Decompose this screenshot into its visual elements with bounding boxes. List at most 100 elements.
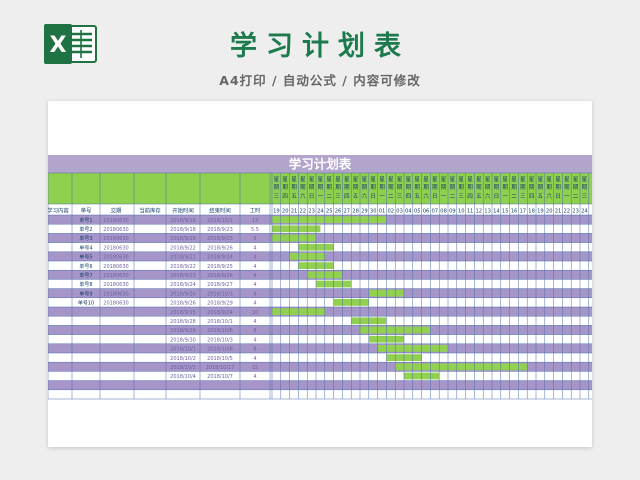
cell-order: 单号6 <box>79 263 92 270</box>
weekday-label: 四 <box>282 193 288 200</box>
cell-start: 2018/9/15 <box>170 310 196 316</box>
cell-end: 2018/9/27 <box>207 282 233 288</box>
day-number: 20 <box>546 208 553 214</box>
cell-hours: 4 <box>253 282 256 288</box>
weekday-label: 二 <box>511 194 517 200</box>
day-number: 06 <box>423 208 430 214</box>
day-number: 19 <box>537 208 544 214</box>
cell-start: 2018/9/18 <box>170 218 196 224</box>
weekday-label: 六 <box>423 192 429 200</box>
cell-hours: 5.5 <box>251 227 259 233</box>
cell-end: 2018/10/17 <box>206 365 235 371</box>
day-number: 15 <box>502 208 509 214</box>
gantt-bar <box>272 216 387 223</box>
day-number: 04 <box>405 208 412 214</box>
weekday-label: 六 <box>300 192 306 200</box>
weekday-label-mid: 期 <box>274 184 280 191</box>
weekday-label-top: 星 <box>274 176 280 183</box>
weekday-label: 四 <box>467 193 473 200</box>
weekday-label: 二 <box>450 194 456 200</box>
weekday-label-top: 星 <box>344 176 350 183</box>
cell-due: 20180630 <box>103 227 128 233</box>
cell-start: 2018/9/19 <box>170 236 196 242</box>
weekday-label-mid: 期 <box>291 184 297 191</box>
weekday-label-mid: 期 <box>502 184 508 191</box>
cell-end: 2018/9/24 <box>207 310 233 316</box>
weekday-label-top: 星 <box>485 176 491 183</box>
cell-start: 2018/9/23 <box>170 273 196 279</box>
weekday-label: 四 <box>529 193 535 200</box>
weekday-label-top: 星 <box>511 176 517 183</box>
weekday-label-mid: 期 <box>300 184 306 191</box>
weekday-label: 一 <box>441 194 447 200</box>
weekday-label-mid: 期 <box>344 184 350 191</box>
weekday-label-mid: 期 <box>546 184 552 191</box>
page-subtitle: A4打印 / 自动公式 / 内容可修改 <box>219 73 421 88</box>
weekday-label-top: 星 <box>467 176 473 183</box>
weekday-label-top: 星 <box>502 176 508 183</box>
cell-hours: 8 <box>253 328 256 334</box>
weekday-label: 日 <box>494 193 500 200</box>
weekday-label-top: 星 <box>291 176 297 183</box>
cell-hours: 4 <box>253 245 256 251</box>
weekday-label: 五 <box>353 193 359 200</box>
weekday-label-mid: 期 <box>406 184 412 191</box>
weekday-label: 二 <box>388 194 394 200</box>
cell-order: 单号4 <box>79 244 92 251</box>
weekday-label: 三 <box>335 193 341 200</box>
column-header: 学习内容 <box>48 206 69 214</box>
weekday-label-mid: 期 <box>282 184 288 191</box>
cell-due: 20180630 <box>103 282 128 288</box>
cell-hours: 15 <box>252 365 258 371</box>
cell-hours: 4 <box>253 356 256 362</box>
weekday-label-mid: 期 <box>318 184 324 191</box>
cell-hours: 10 <box>252 310 258 316</box>
weekday-label: 三 <box>274 193 280 200</box>
weekday-label: 四 <box>406 193 412 200</box>
cell-order: 单号2 <box>79 226 92 233</box>
cell-hours: 4 <box>253 273 256 279</box>
sheet-title: 学习计划表 <box>289 157 352 172</box>
cell-end: 2018/9/26 <box>207 273 233 279</box>
cell-due: 20180630 <box>103 236 128 242</box>
weekday-label-top: 星 <box>432 176 438 183</box>
day-number: 21 <box>291 208 298 214</box>
weekday-label-mid: 期 <box>362 184 368 191</box>
table-row <box>48 233 592 243</box>
weekday-label-top: 星 <box>555 176 561 183</box>
cell-end: 2018/9/26 <box>207 245 233 251</box>
cell-hours: 13 <box>252 218 258 224</box>
weekday-label-mid: 期 <box>555 184 561 191</box>
cell-end: 2018/10/8 <box>207 347 233 353</box>
day-number: 07 <box>431 208 438 214</box>
weekday-label: 日 <box>555 193 561 200</box>
weekday-label: 五 <box>414 193 420 200</box>
weekday-label: 一 <box>502 194 508 200</box>
weekday-label: 三 <box>397 193 403 200</box>
weekday-label: 六 <box>485 192 491 200</box>
weekday-label: 六 <box>546 192 552 200</box>
cell-due: 20180630 <box>103 291 128 297</box>
weekday-label: 三 <box>458 193 464 200</box>
day-number: 14 <box>493 208 500 214</box>
table-row <box>48 334 592 344</box>
weekday-label-mid: 期 <box>379 184 385 191</box>
weekday-label-mid: 期 <box>370 184 376 191</box>
weekday-label: 三 <box>520 193 526 200</box>
cell-due: 20180630 <box>103 255 128 261</box>
cell-end: 2018/10/3 <box>207 337 233 343</box>
cell-end: 2018/10/5 <box>207 356 233 362</box>
weekday-label-top: 星 <box>573 176 579 183</box>
day-number: 24 <box>317 208 324 214</box>
weekday-label-mid: 期 <box>573 184 579 191</box>
day-number: 30 <box>370 208 377 214</box>
weekday-label-top: 星 <box>441 176 447 183</box>
cell-order: 单号7 <box>79 272 92 279</box>
day-number: 27 <box>343 208 350 214</box>
cell-start: 2018/9/24 <box>170 282 196 288</box>
cell-start: 2018/9/29 <box>170 328 196 334</box>
cell-start: 2018/10/2 <box>170 356 196 362</box>
weekday-label: 三 <box>582 193 588 200</box>
cell-order: 单号1 <box>79 217 92 224</box>
weekday-label-mid: 期 <box>485 184 491 191</box>
